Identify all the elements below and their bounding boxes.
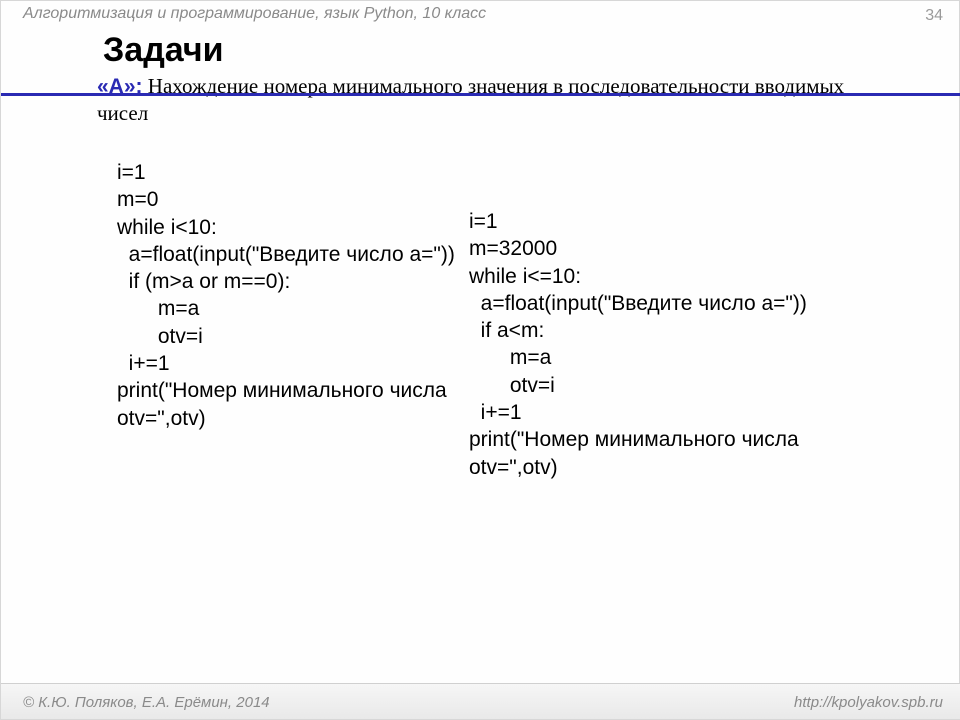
task-description: «A»: Нахождение номера минимального знач… bbox=[97, 73, 897, 128]
slide-title: Задачи bbox=[103, 31, 224, 70]
code-block-right: i=1 m=32000 while i<=10: a=float(input("… bbox=[469, 208, 807, 481]
header-subtitle: Алгоритмизация и программирование, язык … bbox=[23, 5, 486, 23]
slide: Алгоритмизация и программирование, язык … bbox=[0, 0, 960, 720]
footer: © К.Ю. Поляков, Е.А. Ерёмин, 2014 http:/… bbox=[1, 683, 960, 719]
code-block-left: i=1 m=0 while i<10: a=float(input("Введи… bbox=[117, 159, 455, 432]
footer-url: http://kpolyakov.spb.ru bbox=[794, 694, 943, 711]
task-text: Нахождение номера минимального значения … bbox=[97, 74, 844, 125]
page-number: 34 bbox=[925, 7, 943, 25]
title-underline bbox=[1, 93, 960, 96]
footer-authors: © К.Ю. Поляков, Е.А. Ерёмин, 2014 bbox=[23, 694, 270, 711]
